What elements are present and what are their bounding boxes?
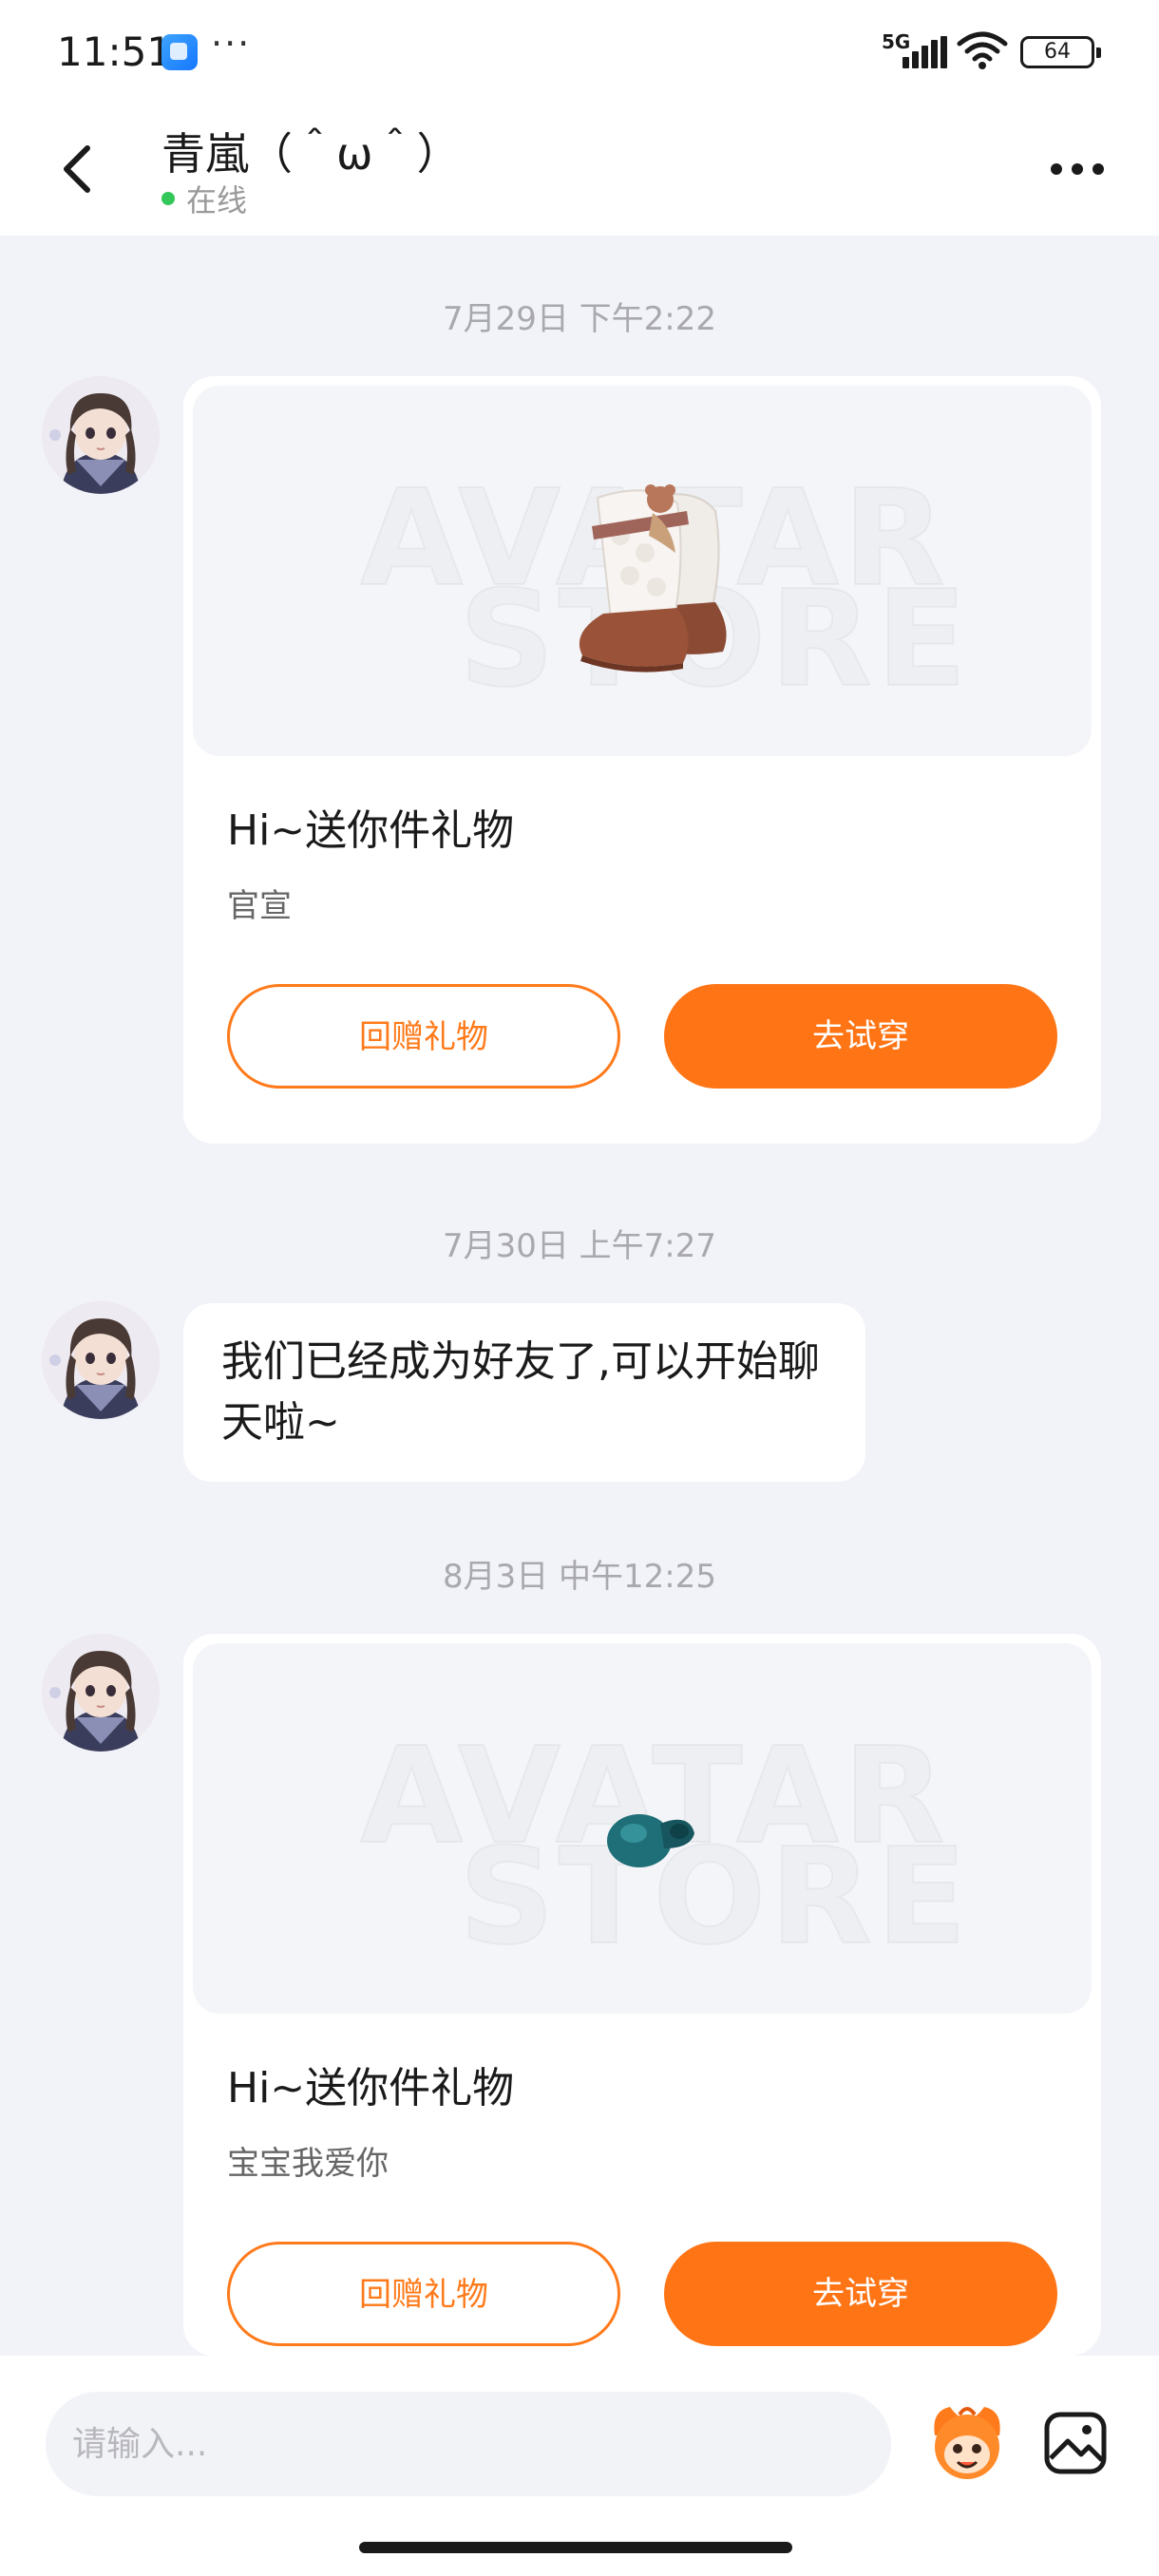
return-gift-button[interactable]: 回赠礼物	[227, 2242, 620, 2346]
app-icon	[162, 34, 198, 70]
gift-message: 宝宝我爱你	[227, 2145, 389, 2183]
status-time: 11:51	[57, 28, 173, 75]
try-on-button[interactable]: 去试穿	[664, 984, 1057, 1089]
avatar[interactable]	[42, 1634, 160, 1752]
boots-image	[579, 484, 727, 672]
online-status-dot	[162, 192, 175, 205]
input-bar	[0, 2356, 1159, 2576]
gift-preview: AVATAR STORE	[193, 386, 1092, 756]
gift-card[interactable]: AVATAR STORE Hi~送你件礼物 官宣 回赠礼物 去试穿	[183, 376, 1101, 1144]
gift-card[interactable]: AVATAR STORE Hi~送你件礼物 宝宝我爱你 回赠礼物 去试穿	[183, 1634, 1101, 2356]
status-dots: ···	[211, 23, 252, 65]
gift-message: 官宣	[227, 887, 292, 925]
watermark-text: STORE	[458, 1819, 971, 1976]
chat-header: 青嵐（＾ω＾） 在线	[0, 104, 1159, 236]
avatar[interactable]	[42, 1301, 160, 1419]
gift-preview: AVATAR STORE	[193, 1643, 1092, 2014]
battery-icon: 64	[1020, 36, 1101, 68]
back-arrow-icon[interactable]	[55, 141, 103, 198]
image-icon[interactable]	[1041, 2409, 1110, 2477]
status-bar: 11:51 ··· 5G 64	[0, 0, 1159, 104]
message-timestamp: 8月3日 中午12:25	[442, 1558, 717, 1596]
return-gift-button[interactable]: 回赠礼物	[227, 984, 620, 1089]
contact-name: 青嵐（＾ω＾）	[162, 128, 461, 180]
gift-title: Hi~送你件礼物	[227, 2064, 515, 2112]
more-icon[interactable]	[1051, 158, 1108, 180]
wifi-icon	[957, 31, 1008, 69]
message-input[interactable]	[46, 2392, 891, 2496]
text-message-bubble[interactable]: 我们已经成为好友了,可以开始聊天啦~	[183, 1303, 865, 1482]
message-timestamp: 7月30日 上午7:27	[442, 1227, 717, 1265]
try-on-button[interactable]: 去试穿	[664, 2242, 1057, 2346]
signal-icon	[902, 36, 948, 68]
gift-title: Hi~送你件礼物	[227, 806, 515, 855]
message-timestamp: 7月29日 下午2:22	[442, 300, 717, 338]
online-status-text: 在线	[186, 182, 248, 218]
avatar[interactable]	[42, 376, 160, 494]
emoji-icon[interactable]	[922, 2397, 1013, 2489]
pacifier-image	[607, 1814, 694, 1867]
home-indicator[interactable]	[359, 2542, 792, 2553]
